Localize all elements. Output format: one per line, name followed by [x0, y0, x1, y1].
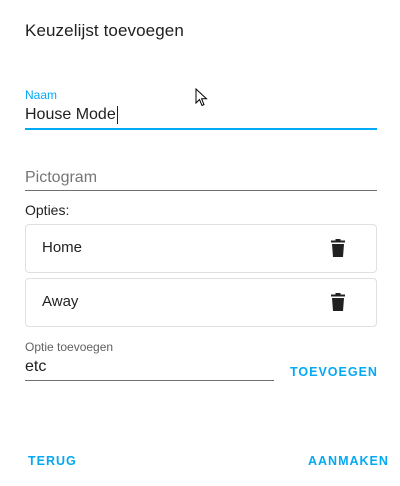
- add-dropdown-dialog: Keuzelijst toevoegen Naam House Mode Pic…: [0, 0, 400, 486]
- delete-icon: [331, 293, 345, 311]
- delete-option-button[interactable]: [328, 238, 348, 258]
- dialog-title: Keuzelijst toevoegen: [25, 21, 184, 40]
- delete-option-button[interactable]: [328, 292, 348, 312]
- delete-icon: [331, 239, 345, 257]
- option-item: Home: [25, 224, 377, 273]
- option-item: Away: [25, 278, 377, 327]
- add-option-label: Optie toevoegen: [25, 340, 114, 354]
- add-option-field[interactable]: Optie toevoegen etc: [25, 340, 274, 381]
- name-field-underline: [25, 128, 377, 130]
- name-input-value: House Mode: [25, 106, 116, 123]
- add-option-button[interactable]: TOEVOEGEN: [290, 365, 378, 379]
- mouse-pointer-icon: [195, 88, 208, 107]
- icon-field[interactable]: Pictogram: [25, 164, 377, 191]
- options-label: Opties:: [25, 202, 70, 218]
- name-input[interactable]: House Mode: [25, 106, 118, 124]
- name-field-label: Naam: [25, 88, 58, 102]
- add-option-input[interactable]: etc: [25, 358, 46, 376]
- add-option-underline: [25, 380, 274, 381]
- icon-field-placeholder: Pictogram: [25, 169, 98, 186]
- option-label: Away: [42, 293, 79, 310]
- text-caret: [116, 106, 118, 124]
- back-button[interactable]: TERUG: [28, 454, 77, 468]
- icon-field-underline: [25, 190, 377, 191]
- create-button[interactable]: AANMAKEN: [308, 454, 389, 468]
- option-label: Home: [42, 239, 83, 256]
